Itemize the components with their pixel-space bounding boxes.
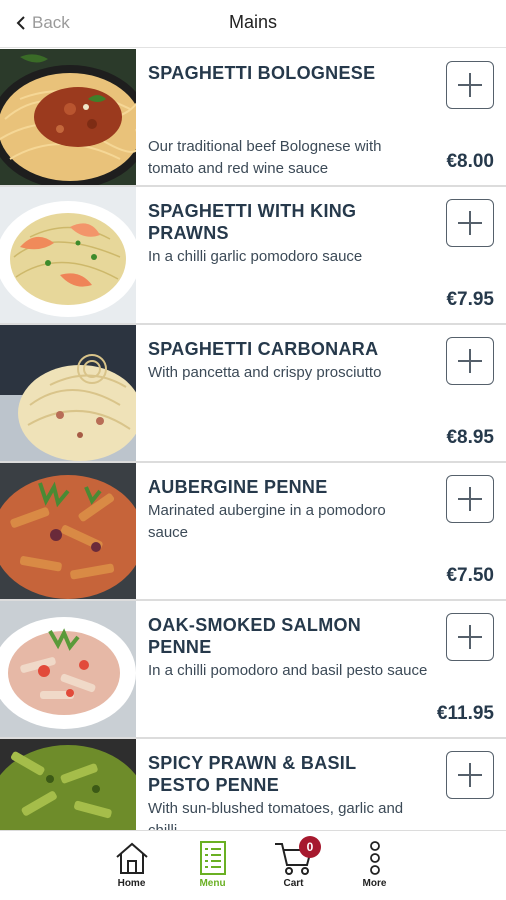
menu-item[interactable]: SPAGHETTI BOLOGNESE Our traditional beef… bbox=[0, 49, 506, 187]
item-description: Our traditional beef Bolognese with toma… bbox=[148, 138, 382, 177]
item-description: With sun-blushed tomatoes, garlic and ch… bbox=[148, 800, 404, 830]
item-price: €7.50 bbox=[446, 565, 494, 586]
home-icon bbox=[115, 842, 148, 874]
plus-icon bbox=[458, 625, 482, 649]
item-price: €8.95 bbox=[446, 427, 494, 448]
page-title: Mains bbox=[228, 12, 277, 32]
item-price: €11.95 bbox=[436, 703, 494, 724]
more-icon bbox=[369, 841, 380, 875]
plus-icon bbox=[458, 211, 482, 235]
menu-item[interactable]: SPAGHETTI WITH KING PRAWNS In a chilli g… bbox=[0, 187, 506, 325]
plus-icon bbox=[458, 349, 482, 373]
item-description: In a chilli garlic pomodoro sauce bbox=[148, 248, 363, 265]
tab-cart-label: Cart bbox=[283, 878, 304, 889]
chevron-left-icon bbox=[16, 16, 25, 30]
tab-home[interactable]: Home bbox=[91, 831, 172, 900]
tab-more-label: More bbox=[362, 878, 387, 889]
back-button[interactable]: Back bbox=[16, 13, 70, 33]
add-to-cart-button[interactable] bbox=[446, 475, 494, 523]
tab-menu[interactable]: Menu bbox=[172, 831, 253, 900]
menu-item[interactable]: AUBERGINE PENNE Marinated aubergine in a… bbox=[0, 463, 506, 601]
tab-menu-label: Menu bbox=[199, 878, 226, 889]
tab-cart[interactable]: 0 Cart bbox=[253, 831, 334, 900]
item-name: SPICY PRAWN & BASIL PESTO PENNE bbox=[148, 753, 357, 795]
add-to-cart-button[interactable] bbox=[446, 751, 494, 799]
add-to-cart-button[interactable] bbox=[446, 337, 494, 385]
plus-icon bbox=[458, 763, 482, 787]
item-description: With pancetta and crispy prosciutto bbox=[148, 364, 382, 381]
item-name: SPAGHETTI BOLOGNESE bbox=[148, 63, 376, 83]
spaghetti-carbonara-image bbox=[0, 325, 136, 461]
back-label: Back bbox=[32, 13, 70, 32]
bottom-tab-bar: Home Menu 0 Cart More bbox=[0, 830, 506, 900]
spaghetti-king-prawns-image bbox=[0, 187, 136, 323]
item-description: In a chilli pomodoro and basil pesto sau… bbox=[148, 662, 428, 679]
item-name: AUBERGINE PENNE bbox=[148, 477, 328, 497]
add-to-cart-button[interactable] bbox=[446, 199, 494, 247]
add-to-cart-button[interactable] bbox=[446, 613, 494, 661]
item-name: SPAGHETTI WITH KING PRAWNS bbox=[148, 201, 357, 243]
menu-item[interactable]: SPICY PRAWN & BASIL PESTO PENNE With sun… bbox=[0, 739, 506, 830]
item-description: Marinated aubergine in a pomodoro sauce bbox=[148, 502, 386, 541]
item-price: €7.95 bbox=[446, 289, 494, 310]
menu-item[interactable]: SPAGHETTI CARBONARA With pancetta and cr… bbox=[0, 325, 506, 463]
header-bar: Back Mains bbox=[0, 0, 506, 48]
spaghetti-bolognese-image bbox=[0, 49, 136, 185]
cart-count-badge: 0 bbox=[299, 836, 321, 858]
tab-home-label: Home bbox=[117, 878, 146, 889]
plus-icon bbox=[458, 487, 482, 511]
item-price: €8.00 bbox=[446, 151, 494, 172]
add-to-cart-button[interactable] bbox=[446, 61, 494, 109]
tab-more[interactable]: More bbox=[334, 831, 415, 900]
salmon-penne-image bbox=[0, 601, 136, 737]
item-name: OAK-SMOKED SALMON PENNE bbox=[148, 615, 362, 657]
item-name: SPAGHETTI CARBONARA bbox=[148, 339, 379, 359]
aubergine-penne-image bbox=[0, 463, 136, 599]
menu-icon bbox=[199, 841, 226, 875]
prawn-pesto-penne-image bbox=[0, 739, 136, 830]
menu-item[interactable]: OAK-SMOKED SALMON PENNE In a chilli pomo… bbox=[0, 601, 506, 739]
plus-icon bbox=[458, 73, 482, 97]
menu-item-list[interactable]: SPAGHETTI BOLOGNESE Our traditional beef… bbox=[0, 49, 506, 830]
